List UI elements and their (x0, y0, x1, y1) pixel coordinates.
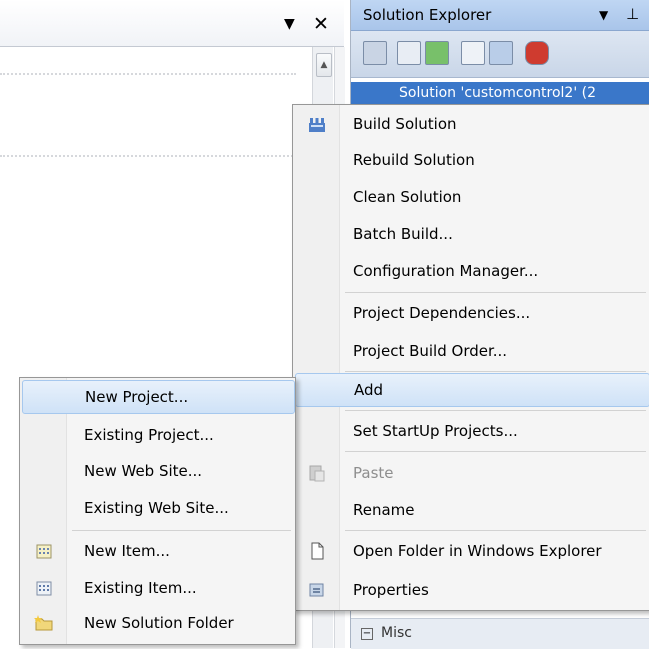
menu-separator (345, 371, 646, 372)
menu-separator (345, 451, 646, 452)
menu-item-new-web-site[interactable]: New Web Site... (22, 454, 293, 488)
menu-item-rebuild-solution[interactable]: Rebuild Solution (295, 143, 648, 177)
menu-item-set-startup-projects[interactable]: Set StartUp Projects... (295, 414, 648, 448)
tree-root-solution[interactable]: Solution 'customcontrol2' (2 (351, 82, 649, 106)
scroll-up-icon[interactable]: ▲ (316, 53, 332, 77)
menu-item-paste[interactable]: Paste (295, 456, 648, 490)
menu-separator (345, 410, 646, 411)
menu-item-open-folder[interactable]: Open Folder in Windows Explorer (295, 534, 648, 568)
solution-explorer-title: Solution Explorer (363, 6, 492, 24)
collapse-icon[interactable]: − (361, 628, 373, 640)
class-diagram-icon[interactable] (525, 41, 549, 65)
show-all-files-icon[interactable] (397, 41, 421, 65)
menu-item-existing-item[interactable]: Existing Item... (22, 571, 293, 605)
menu-item-label: Properties (353, 581, 429, 599)
document-panel-header: ▼ ✕ (0, 0, 344, 47)
pin-icon[interactable]: ⊥ (626, 5, 639, 23)
menu-item-label: Rebuild Solution (353, 151, 475, 169)
view-code-icon[interactable] (461, 41, 485, 65)
menu-item-label: Existing Web Site... (84, 499, 229, 517)
refresh-icon[interactable] (425, 41, 449, 65)
open-folder-icon (311, 542, 324, 560)
panel-dropdown-icon[interactable]: ▼ (284, 16, 295, 32)
new-solution-folder-icon (34, 615, 53, 631)
menu-item-properties[interactable]: Properties (295, 573, 648, 607)
menu-separator (345, 292, 646, 293)
menu-item-label: Project Dependencies... (353, 304, 531, 322)
menu-item-label: Existing Item... (84, 579, 197, 597)
menu-item-label: Build Solution (353, 115, 457, 133)
add-submenu: New Project... Existing Project... New W… (19, 377, 296, 645)
properties-toolbar-icon[interactable] (363, 41, 387, 65)
view-designer-icon[interactable] (489, 41, 513, 65)
menu-item-new-item[interactable]: New Item... (22, 534, 293, 568)
tree-root-label: Solution 'customcontrol2' (2 (399, 85, 596, 101)
menu-item-label: Batch Build... (353, 225, 453, 243)
menu-item-project-dependencies[interactable]: Project Dependencies... (295, 296, 648, 330)
menu-item-label: Set StartUp Projects... (353, 422, 518, 440)
menu-item-label: New Web Site... (84, 462, 203, 480)
menu-item-batch-build[interactable]: Batch Build... (295, 217, 648, 251)
menu-item-existing-web-site[interactable]: Existing Web Site... (22, 491, 293, 525)
close-icon[interactable]: ✕ (313, 13, 329, 35)
build-solution-icon (309, 118, 325, 132)
menu-item-label: Existing Project... (84, 426, 214, 444)
menu-item-build-solution[interactable]: Build Solution (295, 107, 648, 141)
menu-item-label: Add (354, 381, 384, 399)
menu-item-configuration-manager[interactable]: Configuration Manager... (295, 254, 648, 288)
existing-item-icon (36, 581, 52, 596)
menu-separator (72, 530, 291, 531)
menu-item-label: New Item... (84, 542, 170, 560)
misc-section-label: Misc (381, 625, 412, 641)
menu-item-clean-solution[interactable]: Clean Solution (295, 180, 648, 214)
solution-context-menu: Build Solution Rebuild Solution Clean So… (292, 104, 649, 611)
properties-icon (309, 583, 324, 597)
menu-item-label: Project Build Order... (353, 342, 508, 360)
menu-item-rename[interactable]: Rename (295, 493, 648, 527)
chevron-down-icon[interactable]: ▼ (599, 8, 608, 22)
dotted-divider (0, 73, 296, 75)
menu-separator (345, 530, 646, 531)
solution-explorer-title-bar: Solution Explorer ▼ ⊥ (351, 0, 649, 31)
menu-item-label: Rename (353, 501, 415, 519)
menu-item-new-solution-folder[interactable]: New Solution Folder (22, 606, 293, 640)
paste-icon (309, 465, 325, 482)
menu-item-label: Configuration Manager... (353, 262, 539, 280)
menu-item-label: Clean Solution (353, 188, 462, 206)
solution-explorer-toolbar (351, 31, 649, 78)
menu-item-label: Paste (353, 464, 394, 482)
menu-item-existing-project[interactable]: Existing Project... (22, 418, 293, 452)
misc-section[interactable]: − Misc (351, 618, 649, 649)
menu-item-label: New Project... (85, 388, 189, 406)
dotted-divider (0, 155, 296, 157)
menu-item-project-build-order[interactable]: Project Build Order... (295, 334, 648, 368)
new-item-icon (36, 544, 52, 559)
menu-item-label: New Solution Folder (84, 614, 234, 632)
menu-item-label: Open Folder in Windows Explorer (353, 542, 602, 560)
menu-item-new-project[interactable]: New Project... (22, 380, 295, 414)
menu-item-add[interactable]: Add (295, 373, 649, 407)
